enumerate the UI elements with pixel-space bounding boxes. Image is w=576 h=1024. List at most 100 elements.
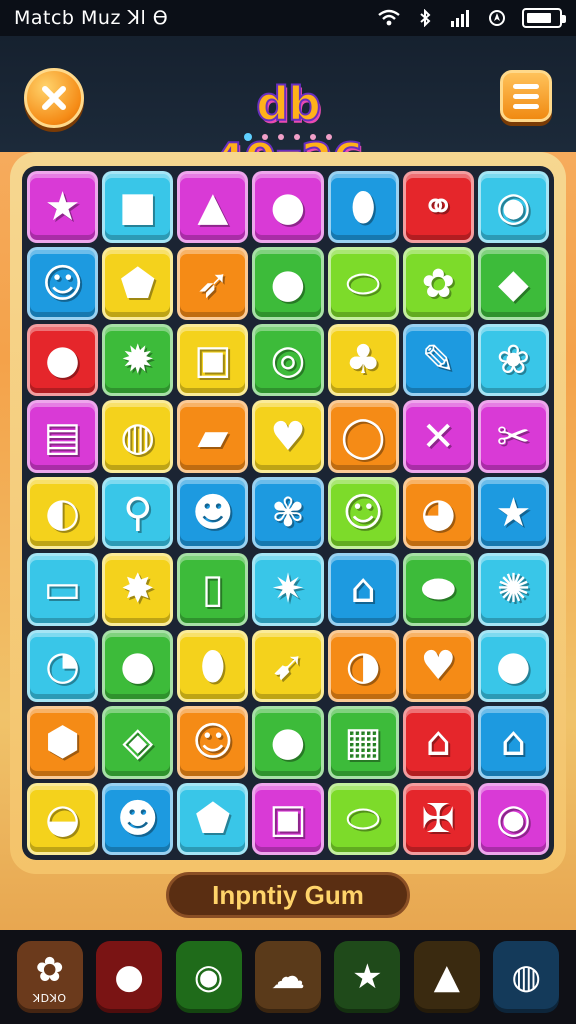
board-tile[interactable]: ▣ (252, 782, 324, 855)
board-tile[interactable]: ☻ (177, 476, 249, 550)
board-tile[interactable]: ● (252, 706, 324, 779)
board-tile[interactable]: ⬮ (177, 629, 249, 703)
board-tile[interactable]: ⚭ (402, 171, 474, 244)
board-tile[interactable]: ▯ (177, 553, 249, 626)
board-tile[interactable]: ♥ (252, 400, 324, 473)
tile-icon: ♥ (420, 642, 457, 689)
board-tile[interactable]: ✹ (102, 323, 174, 397)
tile-icon: ⚭ (421, 184, 456, 231)
board-tile[interactable]: ★ (477, 476, 549, 550)
board-tile[interactable]: ◑ (327, 629, 399, 703)
board-tile[interactable]: ✿ (402, 247, 474, 320)
board-tile[interactable]: ☺ (27, 247, 99, 320)
tile-icon: ☻ (192, 489, 234, 536)
tile-icon: ● (270, 260, 306, 307)
tile-icon: ⌂ (425, 719, 451, 766)
board-tile[interactable]: ● (27, 323, 99, 397)
board-tile[interactable]: ☺ (177, 706, 249, 779)
tile-icon: ☺ (192, 719, 234, 766)
menu-button[interactable] (500, 70, 552, 122)
board-tile[interactable]: ▤ (27, 400, 99, 473)
board-tile[interactable]: ◉ (477, 171, 549, 244)
board-tile[interactable]: ▭ (27, 553, 99, 626)
board-tile[interactable]: ● (477, 629, 549, 703)
board-tile[interactable]: ⬟ (177, 782, 249, 855)
tile-icon: ▦ (344, 719, 383, 766)
board-tile[interactable]: ▣ (177, 323, 249, 397)
close-button[interactable] (24, 68, 84, 128)
powerup-slot[interactable]: ☁ (254, 941, 321, 1013)
board-tile[interactable]: ⬭ (327, 247, 399, 320)
tile-icon: ◆ (498, 260, 529, 307)
board-tile[interactable]: ♣ (327, 323, 399, 397)
board-tile[interactable]: ✾ (252, 476, 324, 550)
board-tile[interactable]: ◆ (477, 247, 549, 320)
tile-icon: ❀ (496, 337, 531, 384)
board-tile[interactable]: ⬟ (102, 247, 174, 320)
board-tile[interactable]: ▰ (177, 400, 249, 473)
board-tile[interactable]: ◐ (27, 476, 99, 550)
board-tile[interactable]: ⌂ (477, 706, 549, 779)
tile-icon: ⌂ (350, 566, 376, 613)
gear-icon: ✿ (35, 949, 64, 990)
signal-icon (451, 10, 469, 27)
board-tile[interactable]: ☺ (327, 476, 399, 550)
board-tile[interactable]: ✠ (402, 782, 474, 855)
board-tile[interactable]: ➶ (177, 247, 249, 320)
board-tile[interactable]: ⬢ (27, 706, 99, 779)
board-tile[interactable]: ▦ (327, 706, 399, 779)
battery-icon (522, 8, 566, 28)
board-tile[interactable]: ★ (27, 171, 99, 244)
tile-icon: ♣ (345, 337, 382, 384)
board-tile[interactable]: ◕ (402, 476, 474, 550)
board-tile[interactable]: ◉ (477, 782, 549, 855)
board-tile[interactable]: ⚲ (102, 476, 174, 550)
board-tile[interactable]: ● (102, 629, 174, 703)
status-icons (378, 8, 566, 28)
tile-icon: ✂ (496, 413, 531, 460)
board-tile[interactable]: ⬭ (327, 782, 399, 855)
board-tile[interactable]: ☻ (102, 782, 174, 855)
tile-icon: ● (495, 642, 531, 689)
board-tile[interactable]: ✸ (102, 553, 174, 626)
board-tile[interactable]: ◍ (102, 400, 174, 473)
board-tile[interactable]: ◒ (27, 782, 99, 855)
board-tile[interactable]: ◎ (252, 323, 324, 397)
board-tile[interactable]: ✕ (402, 400, 474, 473)
board-tile[interactable]: ◯ (327, 400, 399, 473)
powerup-slot[interactable]: ◍ (493, 941, 560, 1013)
game-logo: db 40z26 (212, 76, 365, 188)
tile-icon: ☻ (116, 795, 159, 842)
board-tile[interactable]: ➹ (252, 629, 324, 703)
tile-icon: ✠ (421, 795, 456, 842)
powerup-slot[interactable]: ● (96, 941, 163, 1013)
powerup-slot[interactable]: ✿ ꓘDꓘO (16, 941, 83, 1013)
board-tile[interactable]: ♥ (402, 629, 474, 703)
board-tile[interactable]: ⌂ (327, 553, 399, 626)
board-tile[interactable]: ⬬ (402, 553, 474, 626)
board-tile[interactable]: ⌂ (402, 706, 474, 779)
board-tile[interactable]: ✷ (252, 553, 324, 626)
board-tile[interactable]: ✺ (477, 553, 549, 626)
tile-icon: ⬬ (421, 566, 456, 613)
powerup-slot[interactable]: ▲ (413, 941, 480, 1013)
board-tile[interactable]: ◔ (27, 629, 99, 703)
powerup-slot[interactable]: ◉ (175, 941, 242, 1013)
board-tile[interactable]: ❀ (477, 323, 549, 397)
tile-icon: ⬢ (45, 719, 81, 766)
tile-icon: ✕ (421, 413, 456, 460)
tile-icon: ➶ (196, 260, 230, 307)
board-tile[interactable]: ◈ (102, 706, 174, 779)
location-icon (489, 10, 505, 26)
board-tile[interactable]: ● (252, 247, 324, 320)
board-tile[interactable]: ⬮ (327, 171, 399, 244)
powerup-bar: ✿ ꓘDꓘO ● ◉ ☁ ★ ▲ ◍ (0, 930, 576, 1024)
board-tile[interactable]: ✎ (402, 323, 474, 397)
tile-icon: ➹ (271, 642, 305, 689)
powerup-slot[interactable]: ★ (334, 941, 401, 1013)
board-tile[interactable]: ● (252, 171, 324, 244)
tile-icon: ⬮ (350, 184, 376, 231)
board-tile[interactable]: ✂ (477, 400, 549, 473)
board-tile[interactable]: ▲ (177, 171, 249, 244)
board-tile[interactable]: ■ (102, 171, 174, 244)
